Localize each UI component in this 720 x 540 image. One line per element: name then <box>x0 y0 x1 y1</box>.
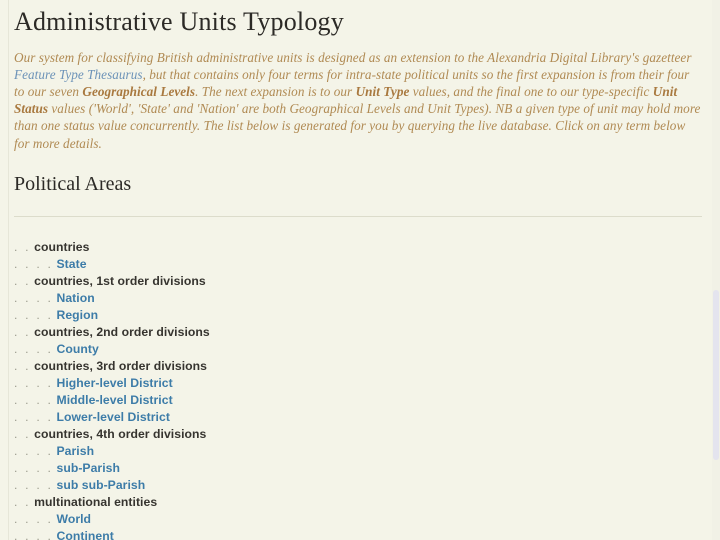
list-item: . . . . World <box>14 511 702 528</box>
list-item-indent-dots: . . <box>14 324 31 339</box>
list-item-term-link[interactable]: sub-Parish <box>57 461 121 475</box>
list-item-indent-dots: . . . . <box>14 409 54 424</box>
list-item: . . . . Nation <box>14 290 702 307</box>
intro-paragraph: Our system for classifying British admin… <box>14 49 702 152</box>
list-item: . . countries, 2nd order divisions <box>14 324 702 341</box>
section-title-political-areas: Political Areas <box>14 172 132 195</box>
intro-text-part-1: Our system for classifying British admin… <box>14 49 692 65</box>
list-item-term-link[interactable]: County <box>57 342 99 356</box>
list-item-indent-dots: . . . . <box>14 256 54 271</box>
list-item-indent-dots: . . <box>14 494 31 509</box>
list-item-indent-dots: . . . . <box>14 528 54 540</box>
list-item-indent-dots: . . . . <box>14 290 54 305</box>
list-item: . . countries, 4th order divisions <box>14 426 702 443</box>
vertical-scrollbar-track[interactable] <box>712 0 720 540</box>
page-content: Administrative Units Typology Our system… <box>0 0 716 540</box>
intro-text-part-5: values ('World', 'State' and 'Nation' ar… <box>14 101 701 151</box>
unit-type-term: Unit Type <box>355 83 410 99</box>
list-item-indent-dots: . . . . <box>14 307 54 322</box>
list-item: . . . . Higher-level District <box>14 375 702 392</box>
list-item: . . . . Middle-level District <box>14 392 702 409</box>
list-item: . . countries, 1st order divisions <box>14 273 702 290</box>
list-item: . . . . County <box>14 341 702 358</box>
vertical-scrollbar-thumb[interactable] <box>713 290 719 460</box>
list-item-parent-label: multinational entities <box>34 494 158 509</box>
list-item-indent-dots: . . . . <box>14 375 54 390</box>
list-item: . . . . Parish <box>14 443 702 460</box>
intro-text-part-3: . The next expansion is to our <box>195 83 356 99</box>
list-item-term-link[interactable]: Parish <box>57 444 95 458</box>
list-item-indent-dots: . . <box>14 426 31 441</box>
list-item-indent-dots: . . . . <box>14 443 54 458</box>
list-item-term-link[interactable]: State <box>57 257 87 271</box>
list-item-indent-dots: . . <box>14 358 31 373</box>
list-item-term-link[interactable]: Lower-level District <box>57 410 170 424</box>
list-item-term-link[interactable]: Region <box>57 308 99 322</box>
list-item-indent-dots: . . . . <box>14 477 54 492</box>
page-title: Administrative Units Typology <box>14 7 344 36</box>
list-item-term-link[interactable]: Continent <box>57 529 114 540</box>
list-item-term-link[interactable]: Higher-level District <box>57 376 173 390</box>
list-item: . . multinational entities <box>14 494 702 511</box>
list-item: . . . . sub sub-Parish <box>14 477 702 494</box>
list-item: . . . . sub-Parish <box>14 460 702 477</box>
list-item-indent-dots: . . <box>14 273 31 288</box>
list-item-parent-label: countries, 3rd order divisions <box>34 358 208 373</box>
list-item-parent-label: countries, 1st order divisions <box>34 273 206 288</box>
list-item-term-link[interactable]: Nation <box>57 291 95 305</box>
list-item: . . . . Region <box>14 307 702 324</box>
list-item-parent-label: countries, 4th order divisions <box>34 426 207 441</box>
list-item-indent-dots: . . . . <box>14 511 54 526</box>
list-item-indent-dots: . . <box>14 239 31 254</box>
typology-term-list: . . countries. . . . State. . countries,… <box>14 217 702 540</box>
list-item-term-link[interactable]: World <box>57 512 92 526</box>
list-item-parent-label: countries, 2nd order divisions <box>34 324 210 339</box>
list-item: . . countries <box>14 239 702 256</box>
feature-type-thesaurus-link[interactable]: Feature Type Thesaurus <box>14 67 143 82</box>
geographical-levels-term: Geographical Levels <box>82 83 196 99</box>
page-root: Administrative Units Typology Our system… <box>0 0 720 540</box>
list-item: . . . . State <box>14 256 702 273</box>
list-item-term-link[interactable]: Middle-level District <box>57 393 173 407</box>
list-item-indent-dots: . . . . <box>14 460 54 475</box>
list-item-term-link[interactable]: sub sub-Parish <box>57 478 146 492</box>
list-item: . . countries, 3rd order divisions <box>14 358 702 375</box>
list-item: . . . . Continent <box>14 528 702 540</box>
list-item-indent-dots: . . . . <box>14 392 54 407</box>
list-item-parent-label: countries <box>34 239 90 254</box>
list-item: . . . . Lower-level District <box>14 409 702 426</box>
list-item-indent-dots: . . . . <box>14 341 54 356</box>
intro-text-part-4: values, and the final one to our type-sp… <box>409 83 653 99</box>
